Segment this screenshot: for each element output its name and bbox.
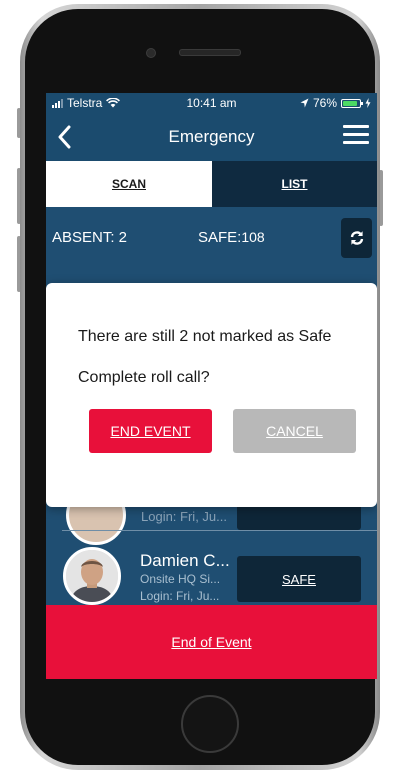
person-name: Damien C... <box>140 551 230 570</box>
nav-bar: Emergency <box>46 113 377 161</box>
safe-value: 108 <box>241 229 265 245</box>
safe-button[interactable]: SAFE <box>237 556 361 602</box>
hamburger-menu-icon[interactable] <box>343 125 369 149</box>
tab-list[interactable]: LIST <box>212 161 377 207</box>
page-title: Emergency <box>168 127 255 146</box>
refresh-button[interactable] <box>341 218 372 258</box>
person-location: Onsite HQ Si... <box>140 572 221 586</box>
absent-count: ABSENT: 2 <box>52 229 128 246</box>
person-login: Login: Fri, Ju... <box>141 509 227 524</box>
location-icon <box>300 98 309 108</box>
avatar <box>63 547 121 605</box>
list-item: Damien C... Onsite HQ Si... Login: Fri, … <box>46 535 377 605</box>
home-button[interactable] <box>181 695 239 753</box>
safe-count: SAFE:108 <box>198 229 265 246</box>
end-event-button[interactable]: END EVENT <box>89 409 212 453</box>
dialog-message: There are still 2 not marked as Safe <box>78 328 332 345</box>
tab-scan[interactable]: SCAN <box>46 161 212 207</box>
earpiece-speaker <box>179 49 241 56</box>
end-of-event-button[interactable]: End of Event <box>46 605 377 679</box>
list-divider <box>62 530 377 531</box>
front-camera <box>146 48 156 58</box>
refresh-icon <box>350 231 363 245</box>
tab-bar: SCAN LIST <box>46 161 377 207</box>
confirm-dialog: There are still 2 not marked as Safe Com… <box>46 283 377 507</box>
battery-percent: 76% <box>312 96 337 110</box>
status-bar: Telstra 10:41 am 76% <box>46 93 377 113</box>
cancel-button[interactable]: CANCEL <box>233 409 356 453</box>
charging-icon <box>365 98 371 108</box>
dialog-question: Complete roll call? <box>78 369 210 386</box>
battery-icon <box>341 98 363 108</box>
attendance-summary: ABSENT: 2 SAFE:108 <box>46 207 377 271</box>
safe-label: SAFE: <box>198 229 242 246</box>
person-login: Login: Fri, Ju... <box>140 589 220 603</box>
app-screen: Telstra 10:41 am 76% Emergency SCAN LIST… <box>46 93 377 679</box>
